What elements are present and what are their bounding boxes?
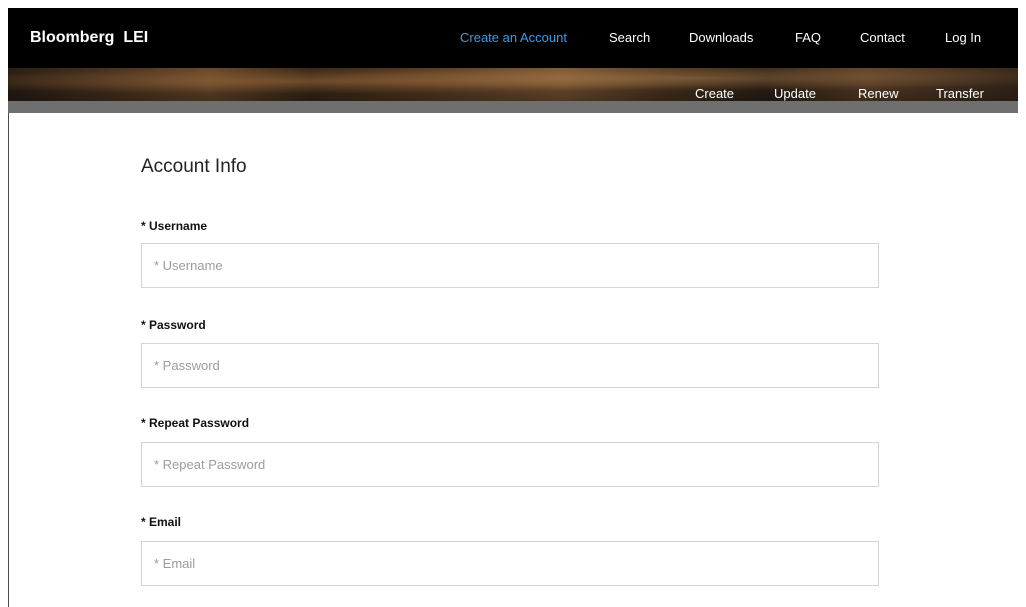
subnav-create[interactable]: Create	[695, 86, 734, 101]
password-input[interactable]	[141, 343, 879, 388]
repeat-password-label: * Repeat Password	[141, 416, 250, 430]
nav-downloads[interactable]: Downloads	[689, 30, 753, 45]
username-label: * Username	[141, 219, 208, 233]
username-input[interactable]	[141, 243, 879, 288]
repeat-password-input[interactable]	[141, 442, 879, 487]
main-nav: Create an Account Search Downloads FAQ C…	[8, 30, 1018, 50]
email-input[interactable]	[141, 541, 879, 586]
nav-create-account[interactable]: Create an Account	[460, 30, 567, 45]
nav-contact[interactable]: Contact	[860, 30, 905, 45]
nav-search[interactable]: Search	[609, 30, 650, 45]
subnav-transfer[interactable]: Transfer	[936, 86, 984, 101]
subnav-renew[interactable]: Renew	[858, 86, 898, 101]
form-title: Account Info	[141, 156, 247, 177]
password-label: * Password	[141, 318, 206, 332]
email-label: * Email	[141, 515, 182, 529]
left-border	[8, 113, 9, 607]
top-navigation-bar: Bloomberg LEI Create an Account Search D…	[8, 8, 1018, 68]
nav-log-in[interactable]: Log In	[945, 30, 981, 45]
subnav-update[interactable]: Update	[774, 86, 816, 101]
nav-faq[interactable]: FAQ	[795, 30, 821, 45]
page: Bloomberg LEI Create an Account Search D…	[0, 0, 1026, 607]
sub-nav: Create Update Renew Transfer	[0, 86, 1026, 104]
